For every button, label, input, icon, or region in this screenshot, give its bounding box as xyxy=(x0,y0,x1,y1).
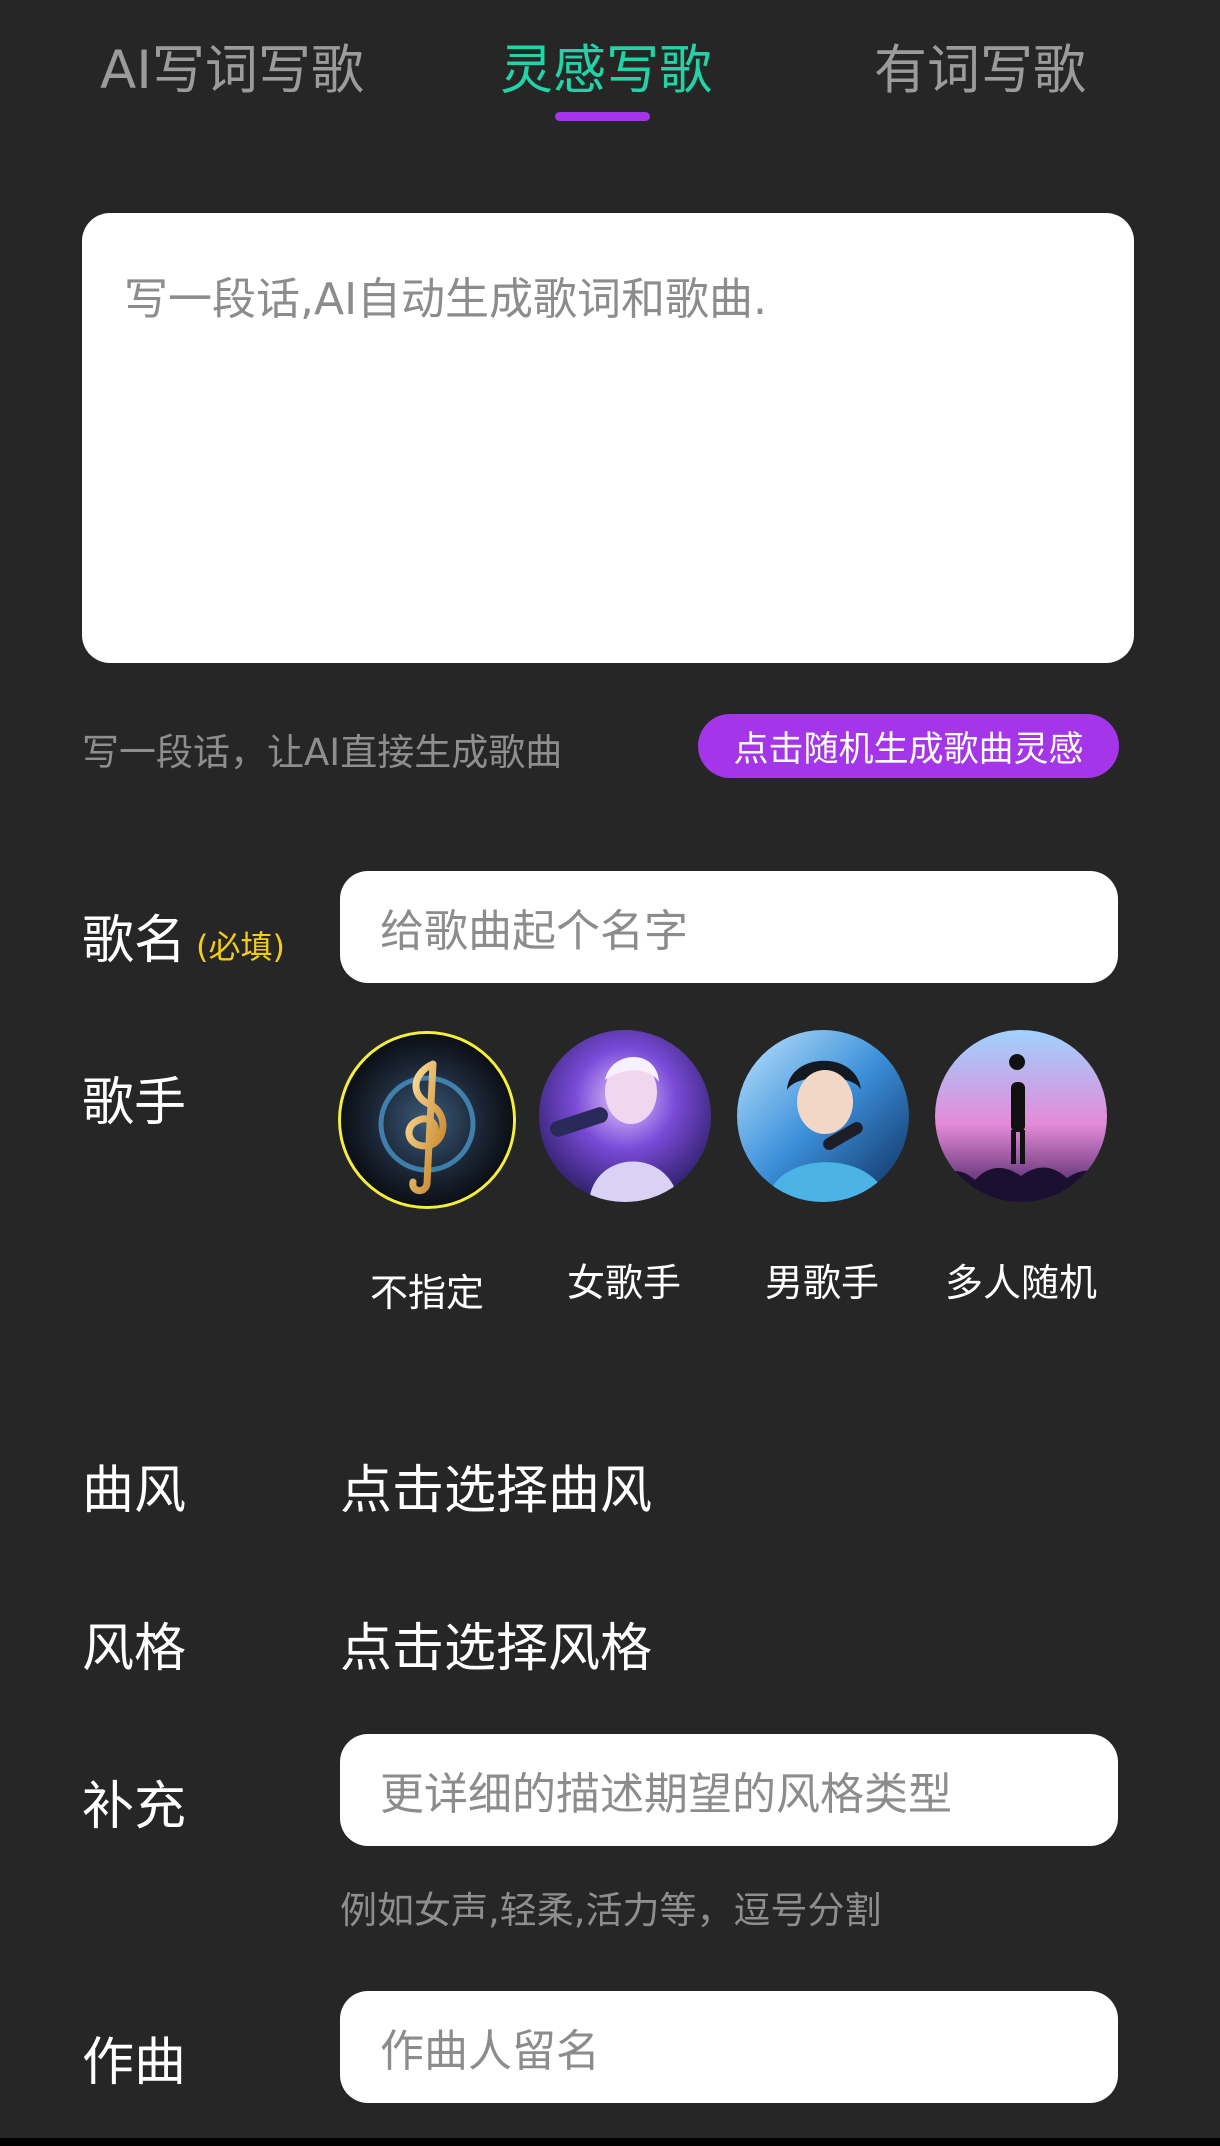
composer-placeholder: 作曲人留名 xyxy=(380,2026,600,2077)
singer-label: 歌手 xyxy=(82,1073,187,1133)
male-singer-avatar xyxy=(737,1030,909,1202)
singer-option-random[interactable] xyxy=(935,1030,1107,1202)
song-name-input[interactable]: 给歌曲起个名字 xyxy=(340,871,1118,983)
treble-clef-icon xyxy=(341,1034,513,1206)
required-badge: (必填) xyxy=(196,928,285,966)
singer-label-random: 多人随机 xyxy=(944,1261,1097,1305)
inspiration-textarea[interactable]: 写一段话,AI自动生成歌词和歌曲. xyxy=(82,213,1134,663)
composer-label: 作曲 xyxy=(82,2033,187,2093)
song-name-placeholder: 给歌曲起个名字 xyxy=(380,906,688,957)
singer-label-male: 男歌手 xyxy=(764,1261,879,1305)
female-singer-avatar xyxy=(539,1030,711,1202)
singer-option-male[interactable] xyxy=(737,1030,909,1202)
inspiration-hint: 写一段话，让AI直接生成歌曲 xyxy=(82,731,563,774)
supplement-label: 补充 xyxy=(82,1777,187,1837)
singer-option-unspecified[interactable] xyxy=(341,1034,513,1206)
singer-label-unspecified: 不指定 xyxy=(369,1271,484,1315)
style-select[interactable]: 点击选择风格 xyxy=(340,1606,652,1681)
supplement-input[interactable]: 更详细的描述期望的风格类型 xyxy=(340,1734,1118,1846)
song-name-label-text: 歌名 xyxy=(82,911,187,971)
style-label: 风格 xyxy=(82,1619,187,1679)
genre-select[interactable]: 点击选择曲风 xyxy=(340,1448,652,1523)
tab-ai-lyrics[interactable]: AI写词写歌 xyxy=(100,28,364,104)
song-name-label: 歌名 (必填) xyxy=(82,898,285,973)
singer-label-female: 女歌手 xyxy=(566,1261,681,1305)
random-inspiration-button[interactable]: 点击随机生成歌曲灵感 xyxy=(698,714,1119,778)
genre-label: 曲风 xyxy=(82,1461,187,1521)
tab-inspiration[interactable]: 灵感写歌 xyxy=(500,28,712,104)
composer-input[interactable]: 作曲人留名 xyxy=(340,1991,1118,2103)
bottom-edge xyxy=(0,2138,1220,2146)
inspiration-placeholder: 写一段话,AI自动生成歌词和歌曲. xyxy=(124,274,768,325)
singer-option-female[interactable] xyxy=(539,1030,711,1202)
supplement-placeholder: 更详细的描述期望的风格类型 xyxy=(380,1769,952,1820)
active-tab-indicator xyxy=(555,112,650,121)
tab-with-lyrics[interactable]: 有词写歌 xyxy=(874,28,1086,104)
supplement-hint: 例如女声,轻柔,活力等，逗号分割 xyxy=(340,1889,882,1932)
concert-crowd-avatar xyxy=(935,1030,1107,1202)
